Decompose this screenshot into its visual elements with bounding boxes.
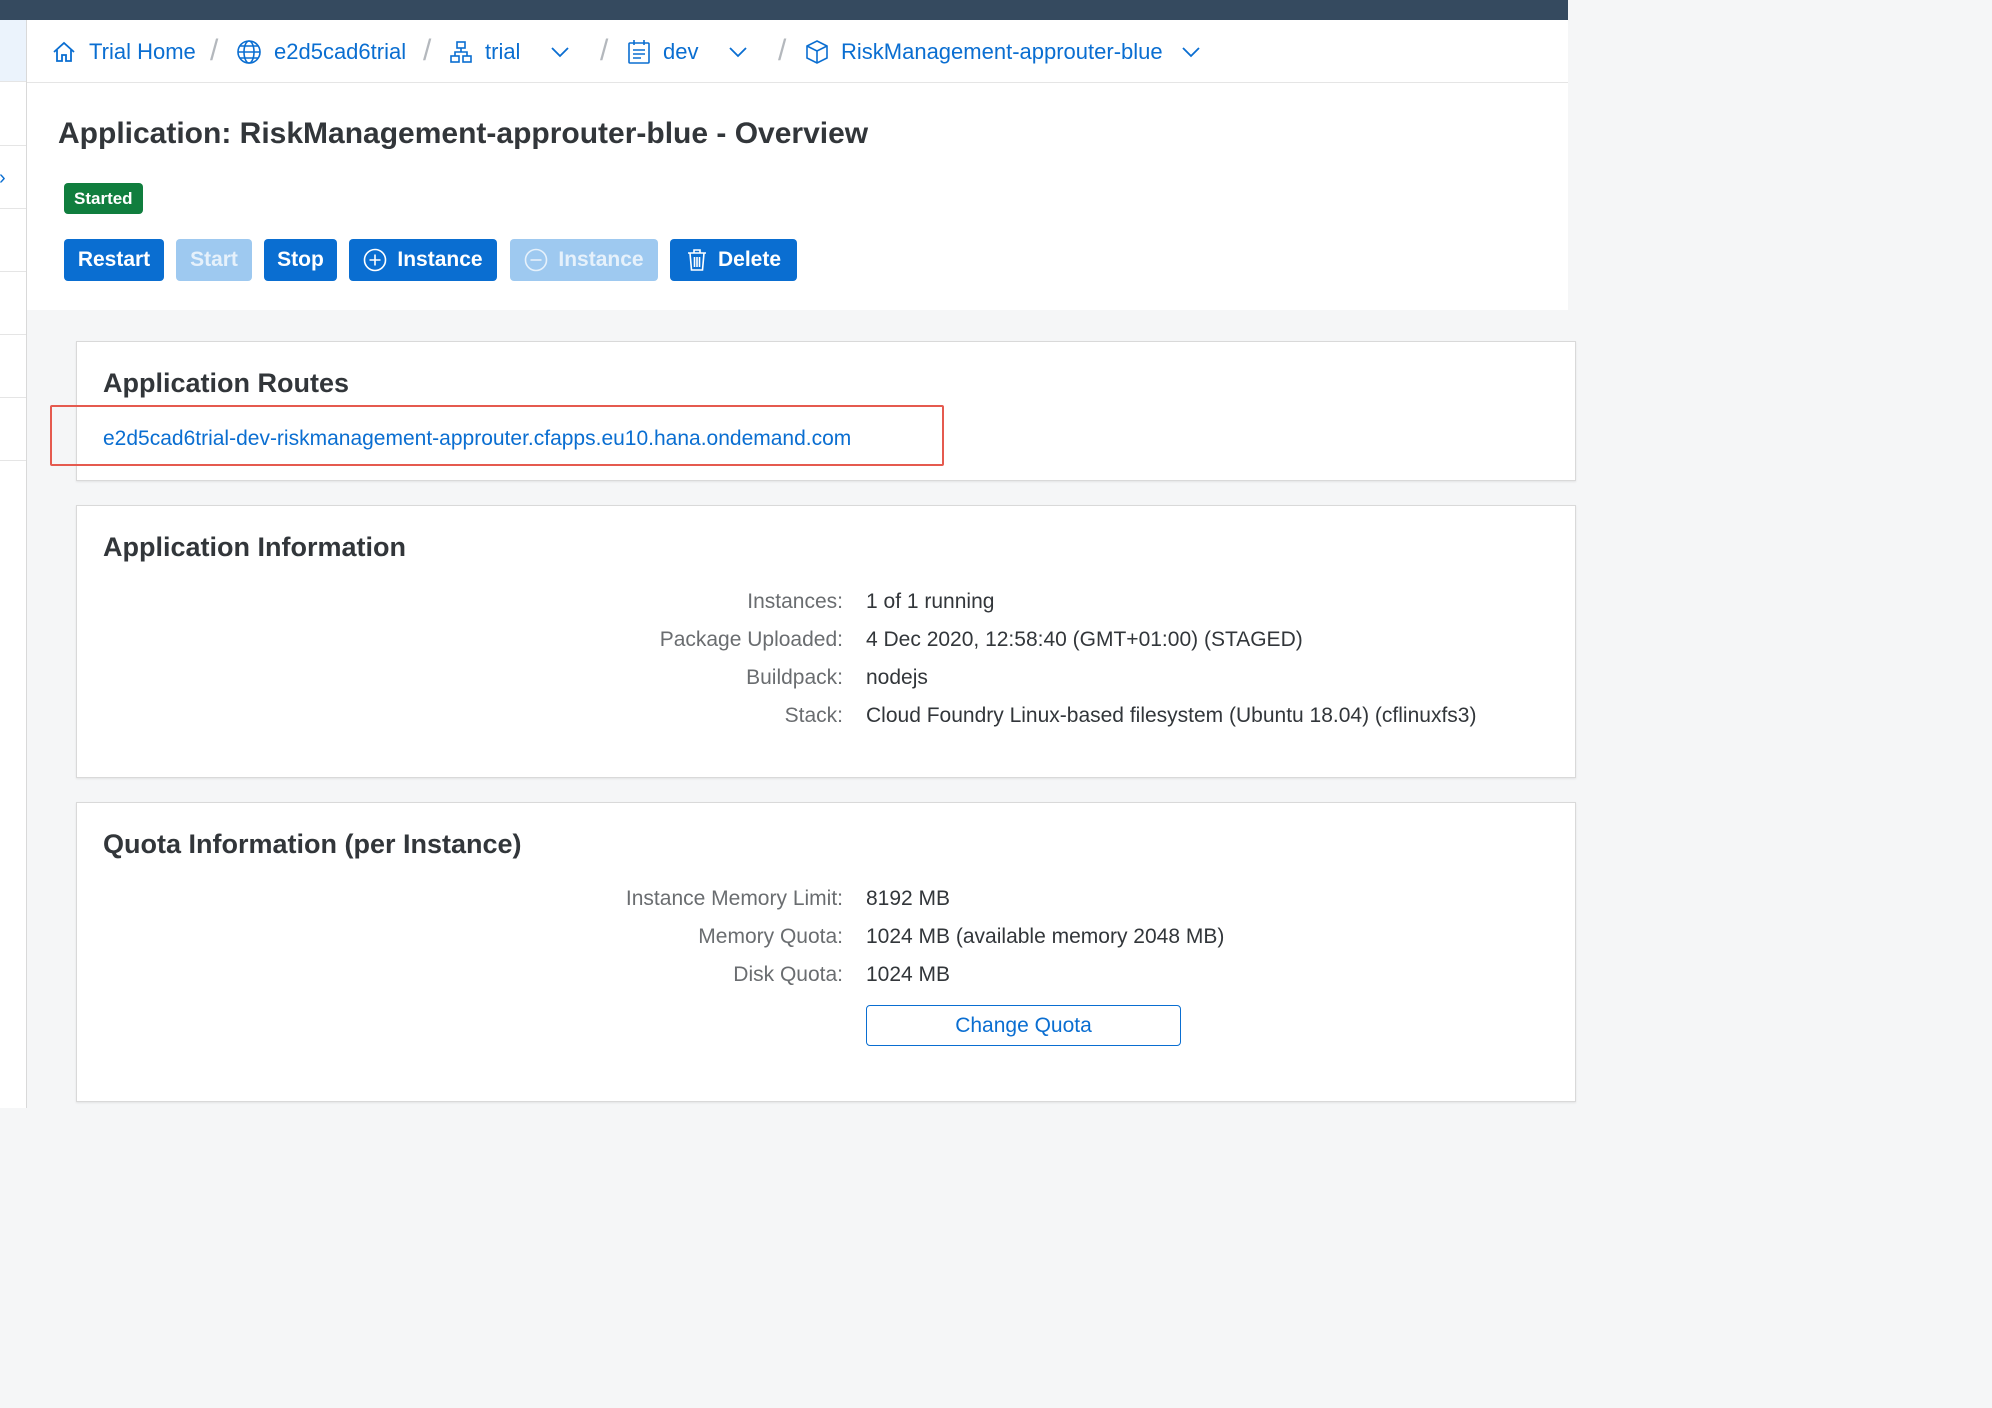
breadcrumb-subaccount[interactable]: trial [449, 20, 570, 83]
breadcrumb-separator: / [210, 34, 219, 67]
chevron-down-icon[interactable] [728, 46, 748, 58]
info-row-buildpack: Buildpack: nodejs [77, 659, 1577, 697]
breadcrumb-label: trial [485, 38, 521, 64]
info-value: Cloud Foundry Linux-based filesystem (Ub… [866, 704, 1477, 727]
side-navigation: › [0, 20, 27, 1108]
page-header: Trial Home / e2d5cad6trial / trial / dev… [27, 20, 1568, 310]
change-quota-label: Change Quota [955, 1013, 1092, 1037]
side-nav-divider [0, 145, 26, 146]
add-instance-label: Instance [397, 248, 483, 271]
info-label: Stack: [784, 704, 843, 727]
quota-value: 8192 MB [866, 887, 951, 910]
cube-icon [806, 39, 828, 64]
breadcrumb-application[interactable]: RiskManagement-approuter-blue [805, 20, 1201, 83]
quota-label: Memory Quota: [698, 925, 843, 948]
calendar-icon [628, 39, 650, 64]
remove-circle-icon [525, 248, 548, 272]
shell-bar [0, 0, 1568, 20]
side-nav-divider [0, 208, 26, 209]
restart-button[interactable]: Restart [64, 239, 164, 281]
side-nav-divider [0, 460, 26, 461]
breadcrumb-separator: / [778, 34, 787, 67]
page-title: Application: RiskManagement-approuter-bl… [58, 117, 869, 150]
breadcrumb-global-account[interactable]: e2d5cad6trial [236, 20, 406, 83]
breadcrumb-label: Trial Home [89, 38, 196, 64]
expand-nav-icon[interactable]: › [0, 168, 6, 188]
chevron-down-icon[interactable] [1181, 46, 1201, 58]
home-icon [53, 41, 75, 62]
quota-label: Disk Quota: [733, 963, 843, 986]
globe-icon [237, 39, 261, 64]
info-value: 4 Dec 2020, 12:58:40 (GMT+01:00) (STAGED… [866, 628, 1303, 651]
side-nav-divider [0, 334, 26, 335]
info-value: 1 of 1 running [866, 590, 995, 613]
quota-row-memory-limit: Instance Memory Limit: 8192 MB [77, 880, 1577, 918]
breadcrumb-trial-home[interactable]: Trial Home [51, 20, 196, 83]
quota-row-disk-quota: Disk Quota: 1024 MB [77, 956, 1577, 994]
start-label: Start [190, 248, 238, 271]
breadcrumb-separator: / [423, 34, 432, 67]
route-highlight-box [50, 405, 944, 466]
application-information-card: Application Information Instances: 1 of … [76, 505, 1576, 778]
restart-label: Restart [77, 248, 151, 271]
side-nav-item-active[interactable] [0, 20, 26, 82]
breadcrumb-space[interactable]: dev [627, 20, 748, 83]
side-nav-divider [0, 397, 26, 398]
quota-row-memory-quota: Memory Quota: 1024 MB (available memory … [77, 918, 1577, 956]
breadcrumb-label: dev [663, 38, 699, 64]
change-quota-button[interactable]: Change Quota [866, 1005, 1181, 1046]
chevron-down-icon[interactable] [550, 46, 570, 58]
start-button[interactable]: Start [176, 239, 252, 281]
quota-value: 1024 MB (available memory 2048 MB) [866, 925, 1225, 948]
breadcrumb-label: RiskManagement-approuter-blue [841, 38, 1163, 64]
delete-button[interactable]: Delete [670, 239, 797, 281]
application-information-title: Application Information [103, 532, 406, 562]
info-row-instances: Instances: 1 of 1 running [77, 583, 1577, 621]
trash-icon [687, 249, 706, 271]
quota-value: 1024 MB [866, 963, 951, 986]
info-label: Instances: [747, 590, 843, 613]
remove-instance-label: Instance [558, 248, 644, 271]
side-nav-divider [0, 271, 26, 272]
quota-label: Instance Memory Limit: [625, 887, 843, 910]
info-value: nodejs [866, 666, 928, 689]
stop-label: Stop [277, 248, 324, 271]
breadcrumb-label: e2d5cad6trial [274, 38, 407, 64]
application-routes-title: Application Routes [103, 368, 350, 398]
info-label: Buildpack: [746, 666, 843, 689]
quota-information-title: Quota Information (per Instance) [103, 829, 522, 859]
breadcrumb: Trial Home / e2d5cad6trial / trial / dev… [27, 20, 1568, 83]
info-label: Package Uploaded: [659, 628, 843, 651]
hierarchy-icon [450, 40, 472, 63]
remove-instance-button[interactable]: Instance [510, 239, 658, 281]
info-row-package-uploaded: Package Uploaded: 4 Dec 2020, 12:58:40 (… [77, 621, 1577, 659]
add-instance-button[interactable]: Instance [349, 239, 497, 281]
status-badge: Started [64, 183, 143, 214]
quota-information-card: Quota Information (per Instance) Instanc… [76, 802, 1576, 1102]
delete-label: Delete [717, 248, 782, 271]
info-row-stack: Stack: Cloud Foundry Linux-based filesys… [77, 697, 1577, 735]
stop-button[interactable]: Stop [264, 239, 337, 281]
breadcrumb-separator: / [600, 34, 609, 67]
add-circle-icon [364, 248, 387, 272]
